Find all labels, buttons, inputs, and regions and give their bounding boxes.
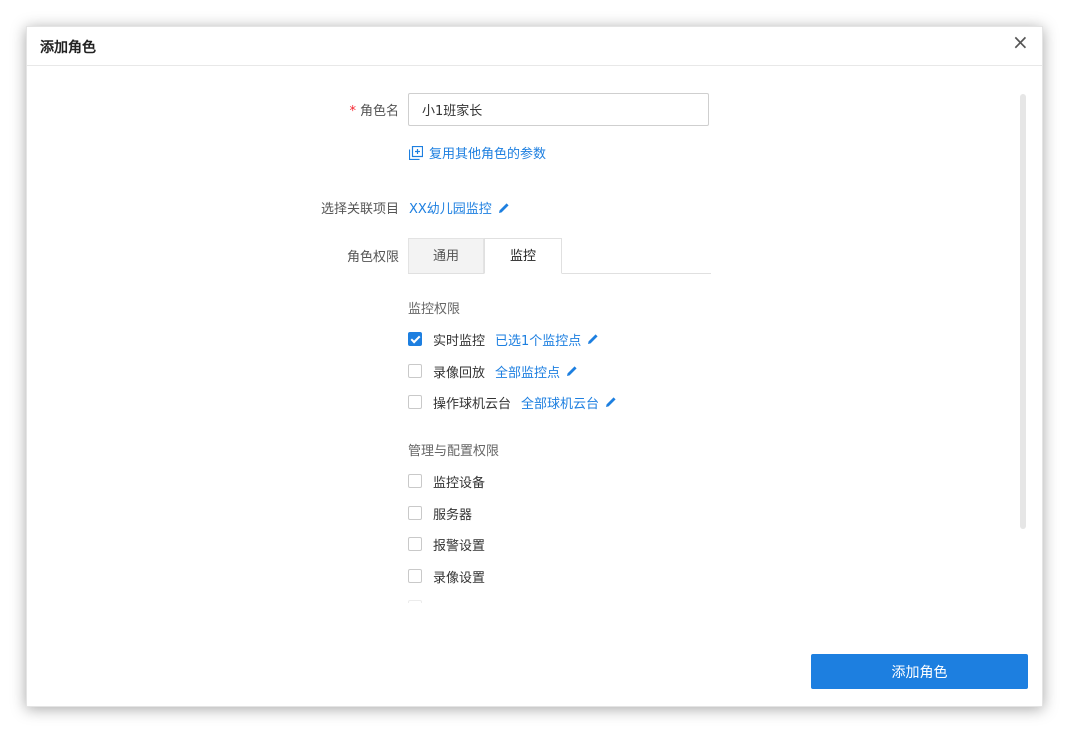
reuse-params-link[interactable]: 复用其他角色的参数 xyxy=(409,143,546,162)
live-monitor-points-link[interactable]: 已选1个监控点 xyxy=(495,330,599,349)
tab-general[interactable]: 通用 xyxy=(408,238,484,273)
permission-row-devices: 监控设备 xyxy=(408,471,495,491)
permission-tabs: 通用 监控 xyxy=(408,238,711,274)
playback-label: 录像回放 xyxy=(433,365,486,381)
playback-checkbox[interactable] xyxy=(408,364,422,378)
live-monitor-label: 实时监控 xyxy=(433,333,486,349)
permission-row-ptz: 操作球机云台 全部球机云台 xyxy=(408,392,617,412)
permission-row-live: 实时监控 已选1个监控点 xyxy=(408,329,599,349)
close-icon[interactable]: × xyxy=(1012,32,1029,52)
add-role-button[interactable]: 添加角色 xyxy=(811,654,1028,689)
devices-label: 监控设备 xyxy=(433,475,486,491)
permission-row-partial xyxy=(408,597,443,603)
project-selector[interactable]: XX幼儿园监控 xyxy=(409,198,510,217)
project-label: 选择关联项目 xyxy=(320,202,399,217)
recording-checkbox[interactable] xyxy=(408,569,422,583)
reuse-params-text: 复用其他角色的参数 xyxy=(429,147,547,162)
monitor-permissions-title: 监控权限 xyxy=(408,302,461,317)
dialog-header: 添加角色 × xyxy=(27,27,1042,66)
required-mark: * xyxy=(349,104,356,119)
project-value: XX幼儿园监控 xyxy=(409,202,492,217)
edit-pencil-icon xyxy=(498,202,509,213)
copy-icon xyxy=(409,145,423,160)
permission-row-recording: 录像设置 xyxy=(408,566,495,586)
live-monitor-checkbox[interactable] xyxy=(408,332,422,346)
permission-row-alarm: 报警设置 xyxy=(408,534,495,554)
servers-checkbox[interactable] xyxy=(408,506,422,520)
scrollbar[interactable] xyxy=(1020,94,1026,529)
permissions-label: 角色权限 xyxy=(346,250,399,265)
playback-points-link[interactable]: 全部监控点 xyxy=(495,362,578,381)
ptz-cameras-text: 全部球机云台 xyxy=(521,396,600,412)
manage-permissions-title: 管理与配置权限 xyxy=(408,444,500,459)
ptz-cameras-link[interactable]: 全部球机云台 xyxy=(521,393,617,412)
playback-points-text: 全部监控点 xyxy=(495,365,561,381)
live-monitor-points-text: 已选1个监控点 xyxy=(495,333,582,349)
tab-monitor[interactable]: 监控 xyxy=(484,238,562,274)
edit-pencil-icon xyxy=(606,397,616,407)
edit-pencil-icon xyxy=(567,366,577,376)
permission-row-servers: 服务器 xyxy=(408,503,482,523)
dialog-title: 添加角色 xyxy=(40,40,96,56)
role-name-label: * 角色名 xyxy=(249,100,399,119)
alarm-label: 报警设置 xyxy=(433,538,486,554)
permission-row-playback: 录像回放 全部监控点 xyxy=(408,361,578,381)
edit-pencil-icon xyxy=(588,334,598,344)
ptz-checkbox[interactable] xyxy=(408,395,422,409)
ptz-label: 操作球机云台 xyxy=(433,396,512,412)
role-name-input[interactable] xyxy=(408,93,709,126)
recording-label: 录像设置 xyxy=(433,570,486,586)
alarm-checkbox[interactable] xyxy=(408,537,422,551)
servers-label: 服务器 xyxy=(433,507,473,523)
role-name-label-text: 角色名 xyxy=(359,104,399,119)
devices-checkbox[interactable] xyxy=(408,474,422,488)
add-role-dialog: 添加角色 × *角色名 复用其他角色的参数 选择关联项目 XX幼儿园监控 角色权… xyxy=(26,26,1043,707)
partial-checkbox[interactable] xyxy=(408,600,422,603)
